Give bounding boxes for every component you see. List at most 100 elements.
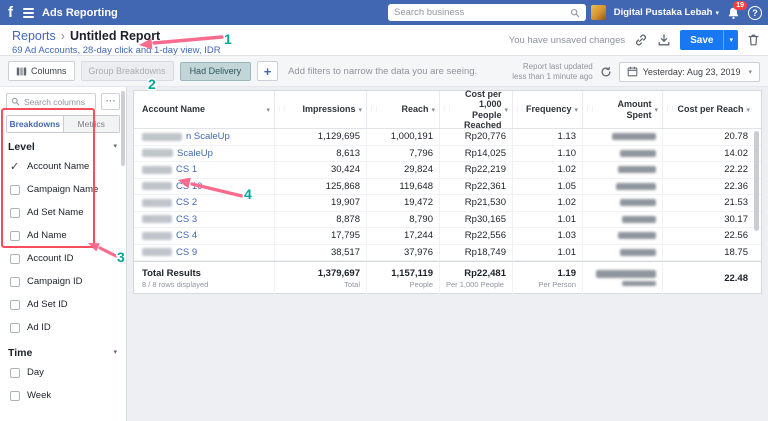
sidebar-item-day[interactable]: Day xyxy=(0,361,126,384)
checkbox[interactable] xyxy=(10,231,20,241)
table-row[interactable]: n ScaleUp 1,129,695 1,000,191 Rp20,776 1… xyxy=(134,129,761,146)
table-row[interactable]: CS 2 19,907 19,472 Rp21,530 1.02 21.53 xyxy=(134,195,761,212)
menu-icon[interactable] xyxy=(23,8,34,18)
help-button[interactable]: ? xyxy=(748,6,762,20)
column-grip-icon[interactable]: ⋮⋮ xyxy=(276,107,286,113)
checkbox[interactable] xyxy=(10,368,20,378)
column-header-cost-per-1000[interactable]: ⋮⋮ Cost per 1,000 People Reached ▾ xyxy=(439,91,512,128)
sidebar-item-account-name[interactable]: Account Name xyxy=(0,155,126,178)
column-grip-icon[interactable]: ⋮⋮ xyxy=(584,107,594,113)
had-delivery-filter-chip[interactable]: Had Delivery xyxy=(180,62,252,81)
unsaved-changes-text: You have unsaved changes xyxy=(509,35,625,46)
save-dropdown-button[interactable]: ▾ xyxy=(723,30,738,50)
sidebar-item-ad-id[interactable]: Ad ID xyxy=(0,316,126,339)
checkbox[interactable] xyxy=(10,277,20,287)
chevron-down-icon[interactable]: ▾ xyxy=(574,106,578,114)
delete-report-button[interactable] xyxy=(747,33,760,47)
sidebar-item-ad-set-id[interactable]: Ad Set ID xyxy=(0,293,126,316)
checkbox[interactable] xyxy=(10,185,20,195)
more-options-button[interactable]: ⋯ xyxy=(101,93,120,110)
add-filter-button[interactable]: + xyxy=(257,61,278,81)
column-grip-icon[interactable]: ⋮⋮ xyxy=(664,107,674,113)
search-columns-field[interactable] xyxy=(6,93,96,110)
search-columns-input[interactable] xyxy=(24,97,91,107)
cost-per-1000-cell: Rp18,749 xyxy=(439,245,512,261)
account-link[interactable]: CS 4 xyxy=(176,230,197,241)
group-breakdowns-button[interactable]: Group Breakdowns xyxy=(81,61,174,81)
account-link[interactable]: n ScaleUp xyxy=(186,131,230,142)
checkbox[interactable] xyxy=(10,208,20,218)
refresh-button[interactable] xyxy=(600,66,612,78)
report-scope-link[interactable]: 69 Ad Accounts, 28-day click and 1-day v… xyxy=(12,45,221,56)
table-row[interactable]: CS 1 30,424 29,824 Rp22,219 1.02 22.22 xyxy=(134,162,761,179)
columns-button[interactable]: Columns xyxy=(8,61,75,81)
table-scrollbar[interactable] xyxy=(754,131,759,231)
facebook-logo-icon[interactable]: f xyxy=(8,5,13,20)
table-row[interactable]: ScaleUp 8,613 7,796 Rp14,025 1.10 14.02 xyxy=(134,146,761,163)
breadcrumb-reports-link[interactable]: Reports xyxy=(12,29,56,43)
business-search-input[interactable] xyxy=(394,7,566,18)
sidebar-item-account-id[interactable]: Account ID xyxy=(0,247,126,270)
checkbox[interactable] xyxy=(10,300,20,310)
share-link-button[interactable] xyxy=(634,33,648,47)
sidebar-item-ad-set-name[interactable]: Ad Set Name xyxy=(0,201,126,224)
chevron-down-icon[interactable]: ▾ xyxy=(113,142,117,150)
table-row[interactable]: CS 3 8,878 8,790 Rp30,165 1.01 30.17 xyxy=(134,212,761,229)
notifications-button[interactable]: 19 xyxy=(727,6,740,20)
chevron-down-icon[interactable]: ▾ xyxy=(654,106,658,114)
column-header-account-name[interactable]: Account Name ▾ xyxy=(134,91,274,128)
export-button[interactable] xyxy=(657,33,671,47)
account-menu[interactable]: Digital Pustaka Lebah ▾ xyxy=(614,7,719,18)
frequency-cell: 1.05 xyxy=(512,179,582,195)
cost-per-1000-cell: Rp22,361 xyxy=(439,179,512,195)
column-grip-icon[interactable]: ⋮⋮ xyxy=(514,107,524,113)
chevron-down-icon[interactable]: ▾ xyxy=(266,106,270,114)
reach-cell: 29,824 xyxy=(366,162,439,178)
account-link[interactable]: ScaleUp xyxy=(177,148,213,159)
business-search-field[interactable] xyxy=(388,4,586,21)
table-totals-row: Total Results 8 / 8 rows displayed 1,379… xyxy=(134,261,761,294)
amount-spent-cell xyxy=(582,162,662,178)
account-link[interactable]: CS 1 xyxy=(176,164,197,175)
chevron-down-icon: ▾ xyxy=(715,9,719,17)
chevron-down-icon[interactable]: ▾ xyxy=(113,348,117,356)
search-icon xyxy=(11,97,20,106)
column-grip-icon[interactable]: ⋮⋮ xyxy=(743,107,753,113)
column-header-frequency[interactable]: ⋮⋮ Frequency ▾ xyxy=(512,91,582,128)
sidebar-item-week[interactable]: Week xyxy=(0,384,126,407)
sidebar-item-ad-name[interactable]: Ad Name xyxy=(0,224,126,247)
cost-per-reach-cell: 22.36 xyxy=(662,179,754,195)
table-row[interactable]: CS 10 125,868 119,648 Rp22,361 1.05 22.3… xyxy=(134,179,761,196)
checkbox[interactable] xyxy=(10,323,20,333)
sidebar-item-campaign-id[interactable]: Campaign ID xyxy=(0,270,126,293)
chevron-down-icon[interactable]: ▾ xyxy=(431,106,435,114)
search-icon[interactable] xyxy=(570,8,580,18)
table-row[interactable]: CS 4 17,795 17,244 Rp22,556 1.03 22.56 xyxy=(134,228,761,245)
chevron-down-icon[interactable]: ▾ xyxy=(504,106,508,114)
sidebar-scrollbar[interactable] xyxy=(121,91,125,166)
reach-cell: 37,976 xyxy=(366,245,439,261)
chevron-down-icon[interactable]: ▾ xyxy=(358,106,362,114)
avatar[interactable] xyxy=(591,5,606,20)
checkbox[interactable] xyxy=(10,391,20,401)
account-link[interactable]: CS 9 xyxy=(176,247,197,258)
totals-frequency-cell: 1.19 Per Person xyxy=(512,262,582,294)
sidebar-item-campaign-name[interactable]: Campaign Name xyxy=(0,178,126,201)
column-grip-icon[interactable]: ⋮⋮ xyxy=(368,107,378,113)
table-row[interactable]: CS 9 38,517 37,976 Rp18,749 1.01 18.75 xyxy=(134,245,761,262)
column-header-reach[interactable]: ⋮⋮ Reach ▾ xyxy=(366,91,439,128)
account-link[interactable]: CS 10 xyxy=(176,181,202,192)
column-header-impressions[interactable]: ⋮⋮ Impressions ▾ xyxy=(274,91,366,128)
checkbox[interactable] xyxy=(10,162,20,172)
column-header-amount-spent[interactable]: ⋮⋮ Amount Spent ▾ xyxy=(582,91,662,128)
column-header-cost-per-reach[interactable]: ⋮⋮ Cost per Reach ▾ ⋮⋮ xyxy=(662,91,754,128)
checkbox[interactable] xyxy=(10,254,20,264)
account-link[interactable]: CS 2 xyxy=(176,197,197,208)
tab-breakdowns[interactable]: Breakdowns xyxy=(7,116,63,132)
account-link[interactable]: CS 3 xyxy=(176,214,197,225)
cost-per-1000-cell: Rp20,776 xyxy=(439,129,512,145)
tab-metrics[interactable]: Metrics xyxy=(63,116,120,132)
column-grip-icon[interactable]: ⋮⋮ xyxy=(441,107,451,113)
save-button[interactable]: Save xyxy=(680,30,723,50)
date-range-button[interactable]: Yesterday: Aug 23, 2019 ▾ xyxy=(619,62,760,82)
